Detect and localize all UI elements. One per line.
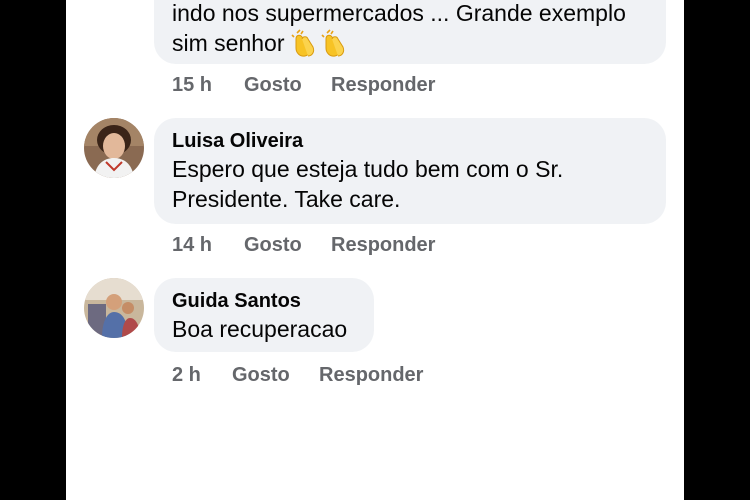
comments-screen: indo nos supermercados ... Grande exempl… — [66, 0, 684, 500]
clapping-hands-icon — [321, 29, 351, 57]
reply-button[interactable]: Responder — [319, 362, 423, 388]
reply-button[interactable]: Responder — [331, 72, 435, 98]
comment-text: Espero que esteja tudo bem com o Sr. Pre… — [172, 154, 646, 214]
comment-timestamp[interactable]: 15 h — [172, 72, 212, 98]
comment-author[interactable]: Luisa Oliveira — [172, 128, 646, 154]
like-button[interactable]: Gosto — [232, 362, 290, 388]
comment-bubble[interactable]: Luisa Oliveira Espero que esteja tudo be… — [154, 118, 666, 224]
comment-text-line-part: sim senhor — [172, 30, 285, 56]
like-button[interactable]: Gosto — [244, 72, 302, 98]
comment-actions: 2 h Gosto Responder — [172, 362, 472, 388]
reply-button[interactable]: Responder — [331, 232, 435, 258]
comment-bubble[interactable]: Guida Santos Boa recuperacao — [154, 278, 374, 352]
comment-text-line: Presidente. Take care. — [172, 186, 401, 212]
like-button[interactable]: Gosto — [244, 232, 302, 258]
clapping-hands-icon — [291, 29, 321, 57]
comment-author[interactable]: Guida Santos — [172, 288, 354, 314]
comment-text: Boa recuperacao — [172, 316, 348, 342]
comment-text: indo nos supermercados ... Grande exempl… — [172, 0, 646, 58]
comment-text-line: sim senhor — [172, 28, 646, 58]
comment-timestamp[interactable]: 2 h — [172, 362, 201, 388]
comment-actions: 14 h Gosto Responder — [172, 232, 472, 258]
comment-text-line: indo nos supermercados ... Grande exempl… — [172, 0, 626, 26]
comment-timestamp[interactable]: 14 h — [172, 232, 212, 258]
comment-bubble[interactable]: indo nos supermercados ... Grande exempl… — [154, 0, 666, 64]
avatar[interactable] — [84, 118, 144, 178]
comment-text-line: Espero que esteja tudo bem com o Sr. — [172, 156, 564, 182]
comment-actions: 15 h Gosto Responder — [172, 72, 472, 98]
avatar[interactable] — [84, 278, 144, 338]
